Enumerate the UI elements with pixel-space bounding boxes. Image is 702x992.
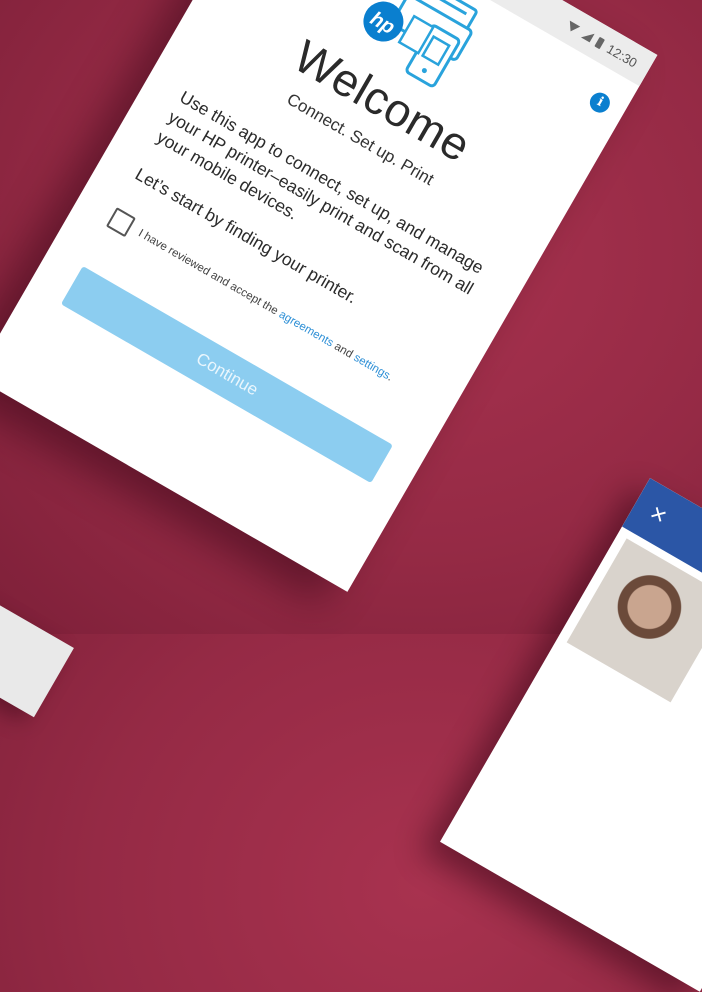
agreements-link[interactable]: agreements xyxy=(277,309,336,350)
close-icon[interactable]: × xyxy=(645,497,673,531)
signal-icon xyxy=(581,28,595,43)
agreement-checkbox[interactable] xyxy=(105,207,136,238)
agreement-and: and xyxy=(332,340,355,361)
phone-screen: 12:30 i hp Welcome Connect. Set up. Prin xyxy=(0,0,658,592)
status-time: 12:30 xyxy=(604,40,641,71)
info-icon[interactable]: i xyxy=(586,88,614,117)
stage: × 12:30 i hp Welcome Connect. Set up. Pr… xyxy=(0,0,702,992)
partial-device-bottom-left xyxy=(0,588,74,718)
partial-device-bottom-right: × xyxy=(440,478,702,992)
second-device-photo xyxy=(566,538,702,703)
settings-link[interactable]: settings xyxy=(352,352,392,382)
battery-icon xyxy=(594,36,606,50)
wifi-icon xyxy=(565,20,581,35)
